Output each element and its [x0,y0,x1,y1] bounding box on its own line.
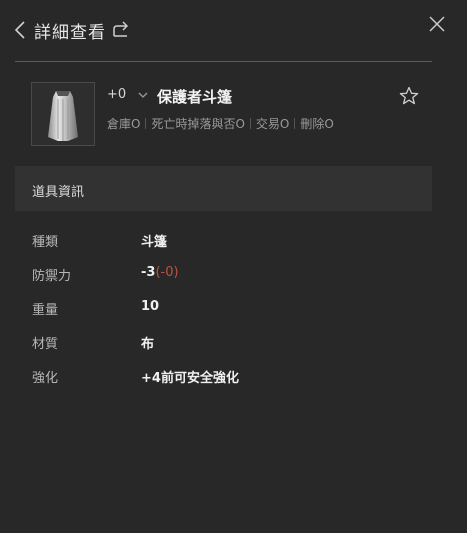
chevron-down-icon [138,87,148,102]
enhance-level-dropdown[interactable]: +0 [107,87,148,102]
detail-value: 10 [141,299,160,314]
detail-row-defense: 防禦力 -3(-0) [32,265,432,285]
detail-row-weight: 重量 10 [32,299,432,319]
detail-label: 強化 [32,371,59,386]
separator [294,118,296,129]
detail-row-type: 種類 斗篷 [32,231,432,251]
separator [145,118,147,129]
enhance-level: +0 [107,87,127,102]
item-properties: 倉庫O 死亡時掉落與否O 交易O 刪除O [107,115,334,132]
detail-value: 斗篷 [141,235,168,250]
header: 詳細查看 [0,0,467,60]
detail-label: 種類 [32,235,59,250]
detail-value: 布 [141,337,155,352]
share-icon[interactable] [112,20,130,38]
property-trade: 交易O [255,117,290,131]
property-storage: 倉庫O [107,117,141,131]
back-icon[interactable] [14,21,28,39]
star-icon[interactable] [399,86,419,106]
section-title: 道具資訊 [32,185,85,200]
property-drop-on-death: 死亡時掉落與否O [151,117,245,131]
defense-bonus: (-0) [155,265,179,280]
detail-row-material: 材質 布 [32,333,432,353]
detail-row-enhance: 強化 +4前可安全強化 [32,367,432,387]
item-info-section: 道具資訊 [15,166,432,211]
detail-value: +4前可安全強化 [141,371,239,386]
header-divider [15,61,432,62]
property-delete: 刪除O [300,117,334,131]
page-title: 詳細查看 [34,23,106,43]
close-icon[interactable] [429,16,445,32]
item-name: 保護者斗篷 [157,88,233,106]
detail-label: 材質 [32,337,59,352]
detail-label: 重量 [32,303,59,318]
item-image [31,82,95,146]
separator [249,118,251,129]
defense-value: -3 [141,265,156,280]
detail-label: 防禦力 [32,269,72,284]
detail-value: -3(-0) [141,265,179,280]
